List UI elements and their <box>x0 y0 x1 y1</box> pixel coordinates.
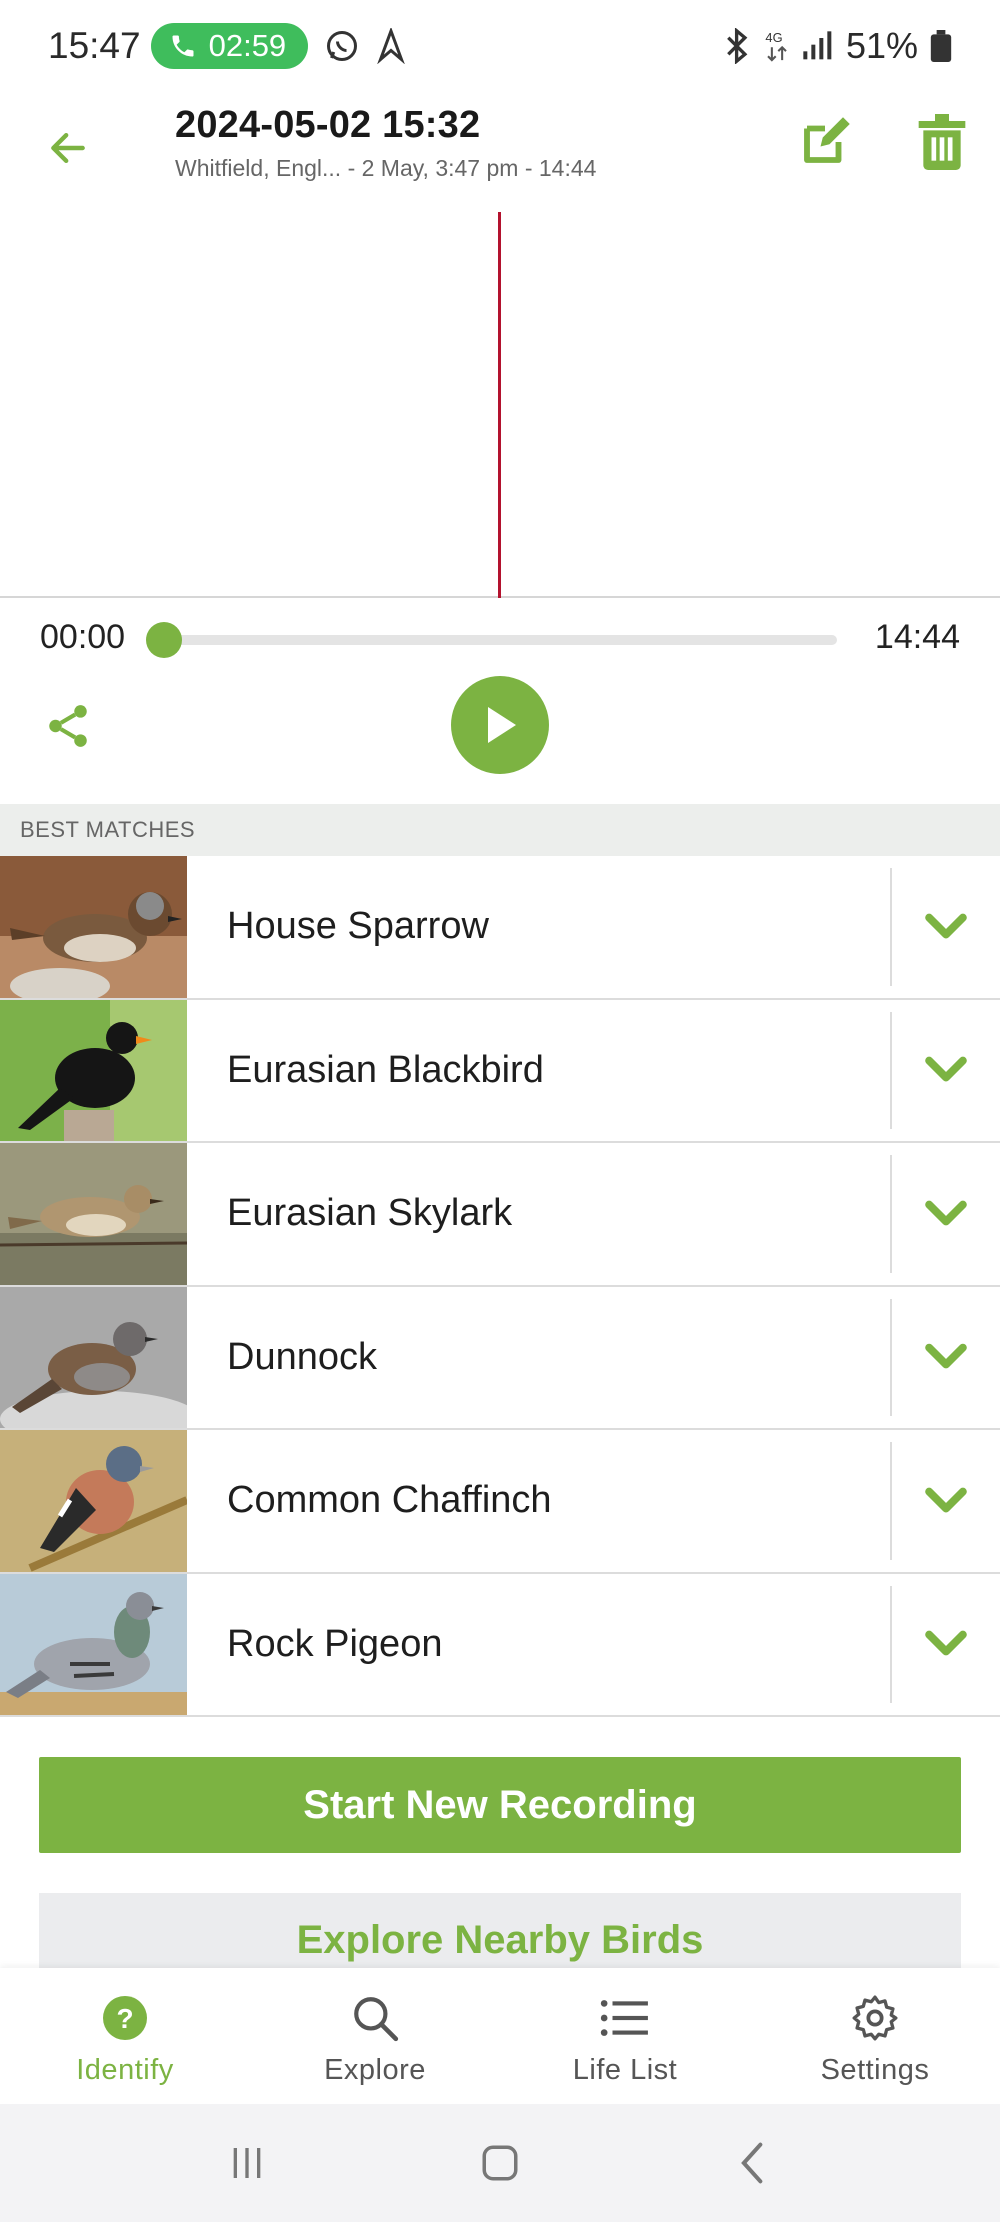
bird-name: House Sparrow <box>227 905 489 948</box>
nav-identify[interactable]: ? Identify <box>0 1968 250 2104</box>
back-button[interactable] <box>40 120 96 176</box>
bird-name: Common Chaffinch <box>227 1479 552 1522</box>
bottom-navigation: ? Identify Explore Life List Settings <box>0 1968 1000 2104</box>
navigation-icon <box>376 28 406 64</box>
page-title: 2024-05-02 15:32 <box>175 104 481 146</box>
recording-title-block: 2024-05-02 15:32 Whitfield, Engl... - 2 … <box>175 104 596 182</box>
chevron-down-icon <box>925 1200 967 1226</box>
bird-name: Eurasian Blackbird <box>227 1048 544 1091</box>
bird-thumbnail <box>0 856 187 998</box>
list-item[interactable]: Dunnock <box>0 1286 1000 1430</box>
recent-apps-button[interactable] <box>207 2133 287 2193</box>
battery-percent: 51% <box>845 25 918 66</box>
list-item[interactable]: Eurasian Skylark <box>0 1143 1000 1287</box>
call-timer: 02:59 <box>208 28 287 63</box>
seek-bar[interactable] <box>163 635 837 645</box>
share-button[interactable] <box>40 698 96 754</box>
matches-list: House Sparrow Eurasian Blackbird Eurasia… <box>0 856 1000 1717</box>
phone-icon <box>172 35 194 57</box>
expand-button[interactable] <box>890 1011 1000 1129</box>
expand-button[interactable] <box>890 1298 1000 1416</box>
nav-label: Explore <box>324 2054 426 2086</box>
nav-settings[interactable]: Settings <box>750 1968 1000 2104</box>
nav-label: Identify <box>76 2054 174 2086</box>
status-bar: 15:47 02:59 4G 51% <box>0 0 1000 92</box>
spectrogram[interactable] <box>0 212 1000 598</box>
battery-icon <box>930 30 952 62</box>
total-time: 14:44 <box>874 618 960 656</box>
question-circle-icon: ? <box>99 1992 151 2044</box>
nav-label: Settings <box>820 2054 930 2086</box>
chevron-down-icon <box>925 1056 967 1082</box>
chevron-down-icon <box>925 1630 967 1656</box>
nav-explore[interactable]: Explore <box>250 1968 500 2104</box>
expand-button[interactable] <box>890 868 1000 986</box>
current-time: 00:00 <box>40 618 126 656</box>
bird-thumbnail <box>0 1143 187 1285</box>
list-item[interactable]: Eurasian Blackbird <box>0 999 1000 1143</box>
status-time: 15:47 <box>48 25 141 66</box>
network-4g-icon: 4G <box>765 30 787 62</box>
best-matches-header: BEST MATCHES <box>0 804 1000 856</box>
gear-icon <box>849 1992 901 2044</box>
system-navigation-bar <box>0 2104 1000 2222</box>
playhead[interactable] <box>498 212 501 598</box>
list-item[interactable]: Common Chaffinch <box>0 1430 1000 1574</box>
recording-subtitle: Whitfield, Engl... - 2 May, 3:47 pm - 14… <box>175 155 597 181</box>
edit-button[interactable] <box>795 112 855 172</box>
expand-button[interactable] <box>890 1155 1000 1273</box>
chevron-down-icon <box>925 1343 967 1369</box>
bird-thumbnail <box>0 1430 187 1572</box>
call-indicator[interactable]: 02:59 <box>150 23 309 69</box>
signal-icon <box>803 31 832 60</box>
search-icon <box>349 1992 401 2044</box>
chevron-left-icon <box>741 2142 763 2184</box>
bird-thumbnail <box>0 1573 187 1715</box>
trash-icon <box>918 114 966 170</box>
audio-player: 00:00 14:44 <box>0 600 1000 800</box>
bird-thumbnail <box>0 999 187 1141</box>
system-back-button[interactable] <box>713 2133 793 2193</box>
share-icon <box>49 705 87 747</box>
whatsapp-icon <box>324 28 360 64</box>
play-icon <box>488 707 516 743</box>
bird-name: Eurasian Skylark <box>227 1192 513 1235</box>
bird-name: Rock Pigeon <box>227 1622 443 1665</box>
arrow-left-icon <box>51 132 85 164</box>
svg-text:?: ? <box>116 2003 133 2034</box>
bluetooth-icon <box>727 28 748 64</box>
seek-thumb[interactable] <box>146 622 182 658</box>
edit-icon <box>804 117 850 163</box>
bird-thumbnail <box>0 1286 187 1428</box>
play-button[interactable] <box>451 676 549 774</box>
explore-nearby-button[interactable]: Explore Nearby Birds <box>39 1893 961 1973</box>
list-icon <box>599 1992 651 2044</box>
list-item[interactable]: House Sparrow <box>0 856 1000 1000</box>
delete-button[interactable] <box>912 112 972 172</box>
start-recording-button[interactable]: Start New Recording <box>39 1757 961 1853</box>
home-button[interactable] <box>460 2133 540 2193</box>
home-icon <box>482 2145 518 2181</box>
expand-button[interactable] <box>890 1585 1000 1703</box>
svg-text:4G: 4G <box>765 30 782 45</box>
chevron-down-icon <box>925 1487 967 1513</box>
recent-apps-icon <box>233 2148 260 2178</box>
list-item[interactable]: Rock Pigeon <box>0 1573 1000 1717</box>
app-header: 2024-05-02 15:32 Whitfield, Engl... - 2 … <box>0 92 1000 212</box>
nav-label: Life List <box>572 2054 678 2086</box>
bird-name: Dunnock <box>227 1335 377 1378</box>
chevron-down-icon <box>925 913 967 939</box>
expand-button[interactable] <box>890 1442 1000 1560</box>
nav-life-list[interactable]: Life List <box>500 1968 750 2104</box>
